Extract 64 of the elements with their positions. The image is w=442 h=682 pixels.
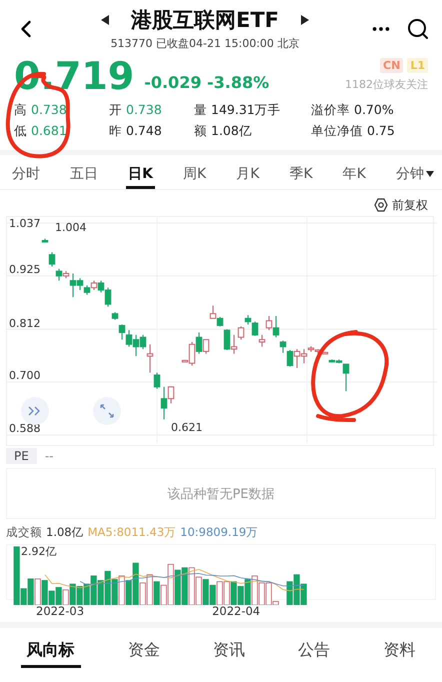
stat-value: 0.681 [31,122,67,140]
axis-label: 1.037 [9,217,40,230]
candle [112,312,118,321]
axis-label: 0.588 [9,422,40,436]
ma5-value: MA5:8011.43万 [88,524,176,540]
bottom-tab[interactable]: 公告 [292,636,336,668]
stat-label: 单位净值 [311,122,363,140]
date-label: 2022-03 [36,604,84,620]
period-tab[interactable]: 五日 [68,161,100,190]
low-price-label: 0.621 [171,421,202,434]
bottom-tab[interactable]: 风向标 [20,636,81,668]
axis-label: 0.925 [9,263,40,276]
ma10-value: 10:9809.19万 [180,524,258,540]
stat-value: 0.75 [367,122,395,140]
stat-value: 0.70% [354,102,394,119]
axis-label: 0.812 [9,316,40,330]
status-subtitle: 513770 已收盘04-21 15:00:00 北京 [110,36,300,52]
axis-label: 2.92亿 [21,544,56,558]
stat-label: 溢价率 [311,102,350,119]
previous-icon[interactable] [100,15,109,26]
period-tab[interactable]: 季K [287,161,315,190]
stat-label: 昨 [109,122,122,140]
window-title: 港股互联网ETF [130,7,279,34]
market-badge: CN [380,58,404,73]
axis-label: 0.700 [9,369,40,382]
period-tab[interactable]: 分钟 [394,161,436,190]
period-tab[interactable]: 年K [340,161,368,190]
followers-count: 1182位球友关注 [345,76,428,92]
settings-icon[interactable] [374,198,388,212]
stat-label: 高 [14,102,27,119]
volume-label: 成交额 [6,524,42,540]
stat-label: 额 [194,122,207,140]
diagonal-arrows-icon [100,404,114,418]
period-tab[interactable]: 周K [181,161,208,190]
adjustment-label[interactable]: 前复权 [392,196,428,214]
bottom-tab[interactable]: 资金 [122,636,166,668]
stat-value: 0.748 [126,122,162,140]
stat-label: 量 [194,102,207,119]
period-tab[interactable]: 日K [126,161,155,190]
caret-icon [426,170,434,177]
market-badge: L1 [407,58,428,73]
search-icon[interactable] [406,16,430,41]
high-price-label: 1.004 [55,221,86,234]
candle [42,238,48,244]
expand-button[interactable] [21,397,49,426]
price-change: -0.029 -3.88% [144,72,270,92]
date-label: 2022-04 [212,604,260,620]
pe-empty-message: 该品种暂无PE数据 [6,468,436,519]
stat-value: 0.738 [31,102,67,119]
double-chevron-icon [28,406,42,416]
stat-label: 低 [14,122,27,140]
fullscreen-button[interactable] [93,397,121,426]
stat-value: 1.08亿 [211,122,252,140]
volume-value: 1.08亿 [46,524,84,540]
next-icon[interactable] [301,15,309,26]
stat-value: 0.738 [126,102,162,119]
period-tab[interactable]: 月K [234,161,262,190]
bottom-tab[interactable]: 资料 [377,636,422,668]
bottom-tab[interactable]: 资讯 [206,636,251,668]
stat-value: 149.31万手 [211,102,281,119]
pe-value: -- [44,449,54,464]
stat-label: 开 [109,102,122,119]
period-tab[interactable]: 分时 [10,161,42,190]
pe-tag: PE [6,448,37,464]
